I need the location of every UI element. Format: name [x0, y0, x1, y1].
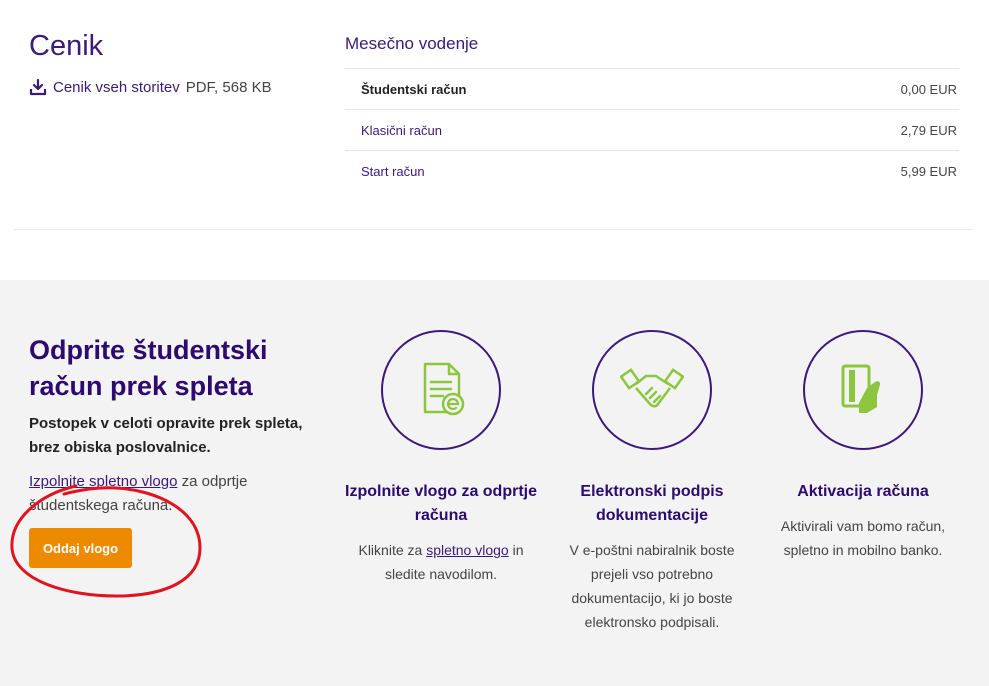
price-row-classic[interactable]: Klasični račun 2,79 EUR: [345, 110, 959, 151]
online-account-section: Odprite študentski račun prek spleta Pos…: [0, 280, 989, 686]
account-name: Študentski račun: [361, 81, 467, 97]
price-table: Študentski račun 0,00 EUR Klasični račun…: [345, 68, 959, 192]
pricing-section: Cenik Cenik vseh storitev PDF, 568 KB Me…: [0, 0, 989, 280]
step-title: Aktivacija računa: [797, 483, 929, 500]
step-title: Izpolnite vlogo za odprtje računa: [345, 483, 537, 524]
account-price: 2,79 EUR: [900, 122, 957, 138]
step-application-link[interactable]: spletno vlogo: [426, 542, 509, 558]
step-fill-application: Izpolnite vlogo za odprtje računa Klikni…: [341, 330, 541, 586]
handshake-icon: [620, 368, 684, 408]
step-text-part: V e-poštni nabiralnik boste prejeli vso …: [569, 542, 735, 630]
card-in-hand-icon: [841, 364, 881, 413]
pricing-title: Cenik: [29, 30, 104, 62]
promo-subtitle: Postopek v celoti opravite prek spleta, …: [29, 415, 303, 456]
account-price: 5,99 EUR: [900, 164, 957, 179]
step-icon-ring: [381, 330, 501, 450]
account-price: 0,00 EUR: [900, 81, 957, 97]
pdf-file-meta: PDF, 568 KB: [185, 78, 272, 96]
step-title: Elektronski podpis dokumentacije: [580, 483, 724, 524]
step-text-part: Aktivirali vam bomo račun, spletno in mo…: [780, 518, 946, 558]
promo-title: Odprite študentski račun prek spleta: [29, 335, 268, 401]
pdf-link-label: Cenik vseh storitev: [53, 78, 180, 96]
promo-text: Izpolnite spletno vlogo za odprtje štude…: [29, 470, 279, 518]
account-name: Start račun: [361, 164, 425, 179]
download-icon: [29, 78, 47, 96]
monthly-fee-title: Mesečno vodenje: [345, 34, 479, 53]
step-text-part: Kliknite za: [358, 542, 427, 558]
step-activation: Aktivacija računa Aktivirali vam bomo ra…: [763, 330, 963, 562]
online-application-link[interactable]: Izpolnite spletno vlogo: [29, 473, 177, 490]
step-e-signature: Elektronski podpis dokumentacije V e-poš…: [552, 330, 752, 634]
submit-application-button[interactable]: Oddaj vlogo: [29, 528, 132, 568]
step-text: Aktivirali vam bomo račun, spletno in mo…: [763, 514, 963, 562]
pdf-download-link[interactable]: Cenik vseh storitev PDF, 568 KB: [29, 78, 272, 96]
step-text: V e-poštni nabiralnik boste prejeli vso …: [552, 538, 752, 634]
step-icon-ring: [592, 330, 712, 450]
step-text: Kliknite za spletno vlogo in sledite nav…: [341, 538, 541, 586]
price-row-start[interactable]: Start račun 5,99 EUR: [345, 151, 959, 192]
document-form-icon: [423, 362, 465, 416]
account-name: Klasični račun: [361, 122, 442, 138]
monthly-fee-block: Mesečno vodenje Študentski račun 0,00 EU…: [345, 34, 959, 192]
price-row-student[interactable]: Študentski račun 0,00 EUR: [345, 69, 959, 110]
step-icon-ring: [803, 330, 923, 450]
section-divider: [14, 229, 973, 230]
